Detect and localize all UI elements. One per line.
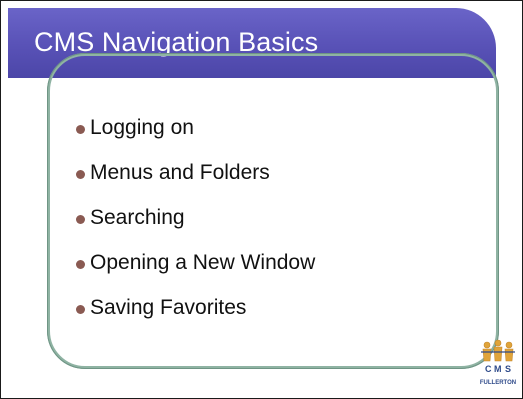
bullet-text: Logging on	[90, 116, 194, 139]
bullet-text: Menus and Folders	[90, 161, 270, 184]
bullet-dot-icon	[76, 124, 85, 134]
bullet-dot-icon	[76, 169, 85, 179]
list-item: Menus and Folders	[76, 160, 315, 186]
logo-figures-icon: C M S	[481, 339, 515, 374]
slide: CMS Navigation Basics Logging on Menus a…	[0, 0, 523, 399]
bullet-dot-icon	[76, 259, 85, 269]
cms-fullerton-logo-icon: C M S FULLERTON	[479, 339, 517, 389]
bullet-text: Saving Favorites	[90, 296, 247, 319]
bullet-list: Logging on Menus and Folders Searching O…	[76, 115, 315, 340]
list-item: Opening a New Window	[76, 250, 315, 276]
svg-text:C: C	[485, 364, 492, 374]
bullet-dot-icon	[76, 214, 85, 224]
logo-caption: FULLERTON	[479, 380, 517, 386]
bullet-dot-icon	[76, 304, 85, 314]
list-item: Saving Favorites	[76, 295, 315, 321]
svg-text:S: S	[505, 364, 511, 374]
svg-text:M: M	[494, 364, 502, 374]
bullet-text: Opening a New Window	[90, 251, 316, 274]
list-item: Searching	[76, 205, 315, 231]
list-item: Logging on	[76, 115, 315, 141]
bullet-text: Searching	[90, 206, 185, 229]
